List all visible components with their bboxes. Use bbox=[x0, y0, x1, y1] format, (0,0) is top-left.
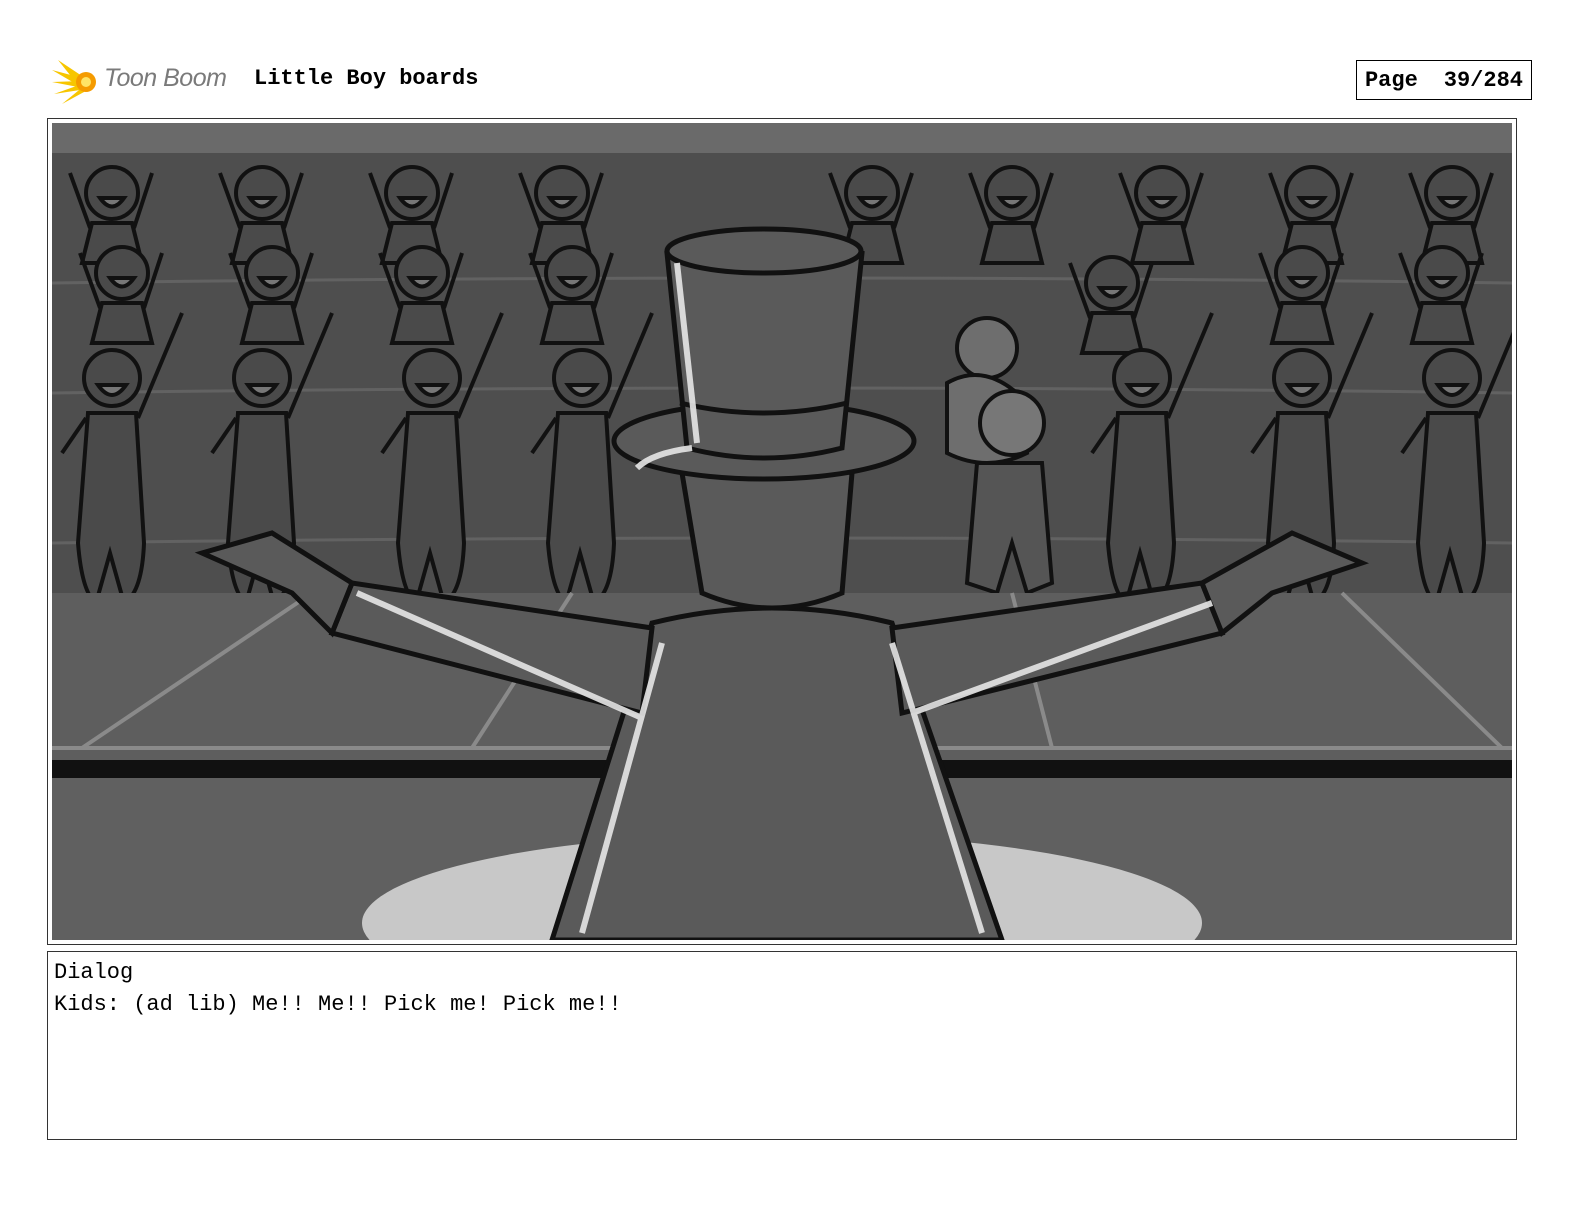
dialog-label: Dialog bbox=[54, 960, 134, 985]
page-label: Page bbox=[1364, 67, 1418, 93]
page-header: Toon Boom Little Boy boards Page 39/284 bbox=[52, 56, 1532, 108]
dialog-text: Kids: (ad lib) Me!! Me!! Pick me! Pick m… bbox=[54, 992, 622, 1017]
logo-text: Toon Boom bbox=[104, 64, 227, 92]
storyboard-panel bbox=[47, 118, 1517, 945]
storyboard-sketch-image bbox=[52, 123, 1512, 940]
page-indicator: Page 39/284 bbox=[1355, 60, 1532, 100]
page-number: 39/284 bbox=[1443, 67, 1523, 93]
starburst-icon bbox=[52, 60, 96, 104]
dialog-box: Dialog Kids: (ad lib) Me!! Me!! Pick me!… bbox=[47, 951, 1517, 1140]
board-title: Little Boy boards bbox=[254, 66, 479, 91]
toon-boom-logo: Toon Boom bbox=[52, 56, 242, 106]
